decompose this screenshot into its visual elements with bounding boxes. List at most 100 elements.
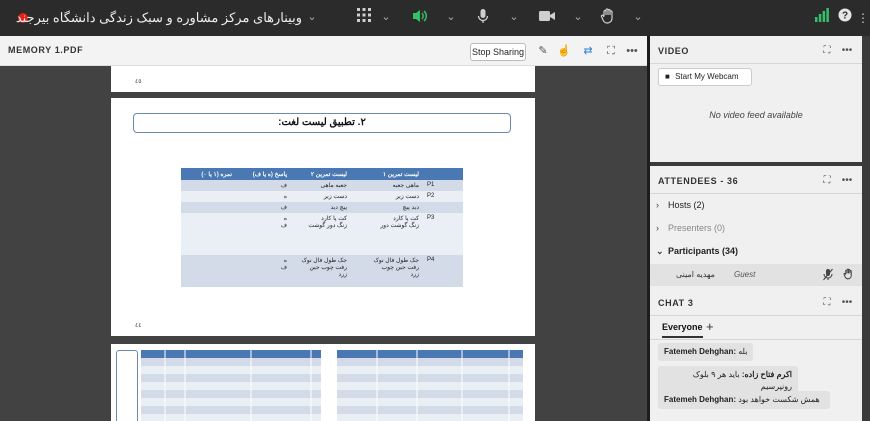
more-icon[interactable]: ••• <box>840 174 854 188</box>
attendees-panel: › Hosts (2) › Presenters (0) ⌄ Participants… <box>650 194 862 292</box>
chevron-right-icon: › <box>656 223 659 233</box>
chevron-down-icon[interactable]: ⌄ <box>306 10 318 24</box>
next-page-table-right <box>337 350 523 421</box>
chat-text: همش شکست خواهد بود <box>738 395 820 404</box>
raise-hand-icon[interactable] <box>598 8 618 28</box>
row-label: P3 <box>423 213 463 255</box>
attendees-title-text: ATTENDEES <box>658 176 718 186</box>
table-header-list2: لیست تمرین ۲ <box>291 168 351 180</box>
raise-hand-chevron-icon[interactable]: ⌄ <box>632 10 644 24</box>
table-header-score: نمره (۱ یا ۰) <box>181 168 236 180</box>
start-webcam-label: Start My Webcam <box>675 72 739 81</box>
participant-role: Guest <box>734 270 756 279</box>
camera-icon[interactable] <box>537 8 557 28</box>
row-score <box>181 191 236 202</box>
chat-panel: Everyone + Fatemeh Dehghan: بله اکرم فتا… <box>650 316 862 421</box>
fullscreen-icon[interactable]: ⛶ <box>820 296 834 310</box>
chat-tabs: Everyone + <box>650 316 862 340</box>
more-icon[interactable]: ••• <box>840 44 854 58</box>
row-list2: جک طول فال نوک رفت چوب جین زرد <box>291 255 351 287</box>
speaker-icon[interactable] <box>410 8 430 28</box>
table-row: P1 ماهی جعبه جعبه ماهی ف <box>181 180 463 191</box>
right-sidebar: VIDEO ⛶ ••• ■ Start My Webcam No video f… <box>650 36 870 421</box>
chat-panel-title: CHAT 3 <box>658 298 693 308</box>
previous-page-number: ٤٥ <box>135 79 142 85</box>
row-label: P1 <box>423 180 463 191</box>
next-page-heading-box <box>116 350 138 421</box>
table-row: P4 جک طول فال نوک رفت جین چوب زرد جک طول… <box>181 255 463 287</box>
presenters-group[interactable]: › Presenters (0) <box>656 219 856 237</box>
row-score <box>181 213 236 255</box>
participant-name: مهدیه امینی <box>676 270 715 279</box>
hosts-group[interactable]: › Hosts (2) <box>656 196 856 214</box>
presenters-label: Presenters (0) <box>668 223 726 233</box>
participant-row[interactable]: مهدیه امینی Guest <box>650 264 862 286</box>
chat-text: بله <box>738 347 748 356</box>
table-header-label <box>423 168 463 180</box>
more-icon[interactable]: ⋮ <box>853 8 870 28</box>
row-list1: کت پا کارد زنگ گوشت دور <box>351 213 423 255</box>
stop-sharing-button[interactable]: Stop Sharing <box>470 43 526 61</box>
previous-page: ٤٥ <box>111 66 535 92</box>
sync-icon[interactable]: ⇄ <box>580 43 596 59</box>
section-heading: ۲. تطبیق لیست لغت: <box>133 113 511 133</box>
row-answer: ه ف <box>236 213 291 255</box>
tab-everyone[interactable]: Everyone <box>662 322 703 338</box>
more-icon[interactable]: ••• <box>624 43 640 59</box>
document-viewer[interactable]: ٤٥ ۲. تطبیق لیست لغت: لیست تمرین ۱ لیست … <box>0 66 647 421</box>
share-pod-title: MEMORY 1.PDF <box>8 45 84 55</box>
start-webcam-button[interactable]: ■ Start My Webcam <box>658 68 752 86</box>
more-icon[interactable]: ••• <box>840 296 854 310</box>
fullscreen-icon[interactable]: ⛶ <box>603 43 619 59</box>
video-panel: ■ Start My Webcam No video feed availabl… <box>650 64 862 162</box>
no-video-text: No video feed available <box>709 110 803 120</box>
meeting-title: وبینارهای مرکز مشاوره و سبک زندگی دانشگا… <box>15 10 302 25</box>
row-score <box>181 180 236 191</box>
row-list2: دست زیر <box>291 191 351 202</box>
row-answer: ه ف <box>236 255 291 287</box>
raise-hand-icon[interactable] <box>842 268 854 282</box>
speaker-chevron-icon[interactable]: ⌄ <box>445 10 457 24</box>
next-page <box>111 344 535 421</box>
attendees-count: - 36 <box>720 176 739 186</box>
row-label: P2 <box>423 191 463 202</box>
participants-label: Participants (34) <box>668 246 739 256</box>
row-list2: جعبه ماهی <box>291 180 351 191</box>
apps-chevron-icon[interactable]: ⌄ <box>380 10 392 24</box>
table-row: P2 دست زیر دست زیر ه <box>181 191 463 202</box>
chat-message: Fatemeh Dehghan: بله <box>658 343 754 361</box>
camera-chevron-icon[interactable]: ⌄ <box>572 10 584 24</box>
row-list1: جک طول فال نوک رفت جین چوب زرد <box>351 255 423 287</box>
share-pod: MEMORY 1.PDF Stop Sharing ✎ ☝ ⇄ ⛶ ••• ٤٥… <box>0 36 647 421</box>
table-header-answer: پاسخ (ه یا ف) <box>236 168 291 180</box>
row-list2: پیچ دید <box>291 202 351 213</box>
muted-microphone-icon[interactable] <box>822 268 834 282</box>
help-icon[interactable]: ? <box>835 8 855 28</box>
participants-group[interactable]: ⌄ Participants (34) <box>656 242 856 260</box>
draw-icon[interactable]: ✎ <box>535 43 551 59</box>
page-number: ٤٤ <box>135 323 142 329</box>
table-row: P3 کت پا کارد زنگ گوشت دور کت پا کارد زن… <box>181 213 463 255</box>
chat-title-text: CHAT <box>658 298 685 308</box>
pointer-icon[interactable]: ☝ <box>556 43 572 59</box>
row-list1: دست زیر <box>351 191 423 202</box>
fullscreen-icon[interactable]: ⛶ <box>820 44 834 58</box>
hosts-label: Hosts (2) <box>668 200 705 210</box>
table-header-list1: لیست تمرین ۱ <box>351 168 423 180</box>
chat-message: Fatemeh Dehghan: همش شکست خواهد بود <box>658 391 830 409</box>
fullscreen-icon[interactable]: ⛶ <box>820 174 834 188</box>
row-list2: کت پا کارد زنگ دور گوشت <box>291 213 351 255</box>
add-chat-tab-button[interactable]: + <box>706 319 714 334</box>
row-score <box>181 202 236 213</box>
apps-grid-icon[interactable] <box>354 8 374 28</box>
chat-count: 3 <box>687 298 694 308</box>
chevron-right-icon: › <box>656 200 659 210</box>
video-panel-header: VIDEO ⛶ ••• <box>650 36 862 64</box>
chat-sender: Fatemeh Dehghan: <box>664 395 737 404</box>
microphone-icon[interactable] <box>473 8 493 28</box>
document-page: ۲. تطبیق لیست لغت: لیست تمرین ۱ لیست تمر… <box>111 98 535 336</box>
microphone-chevron-icon[interactable]: ⌄ <box>508 10 520 24</box>
share-pod-header: MEMORY 1.PDF Stop Sharing ✎ ☝ ⇄ ⛶ ••• <box>0 36 647 66</box>
chat-panel-header: CHAT 3 ⛶ ••• <box>650 288 862 316</box>
row-answer: ف <box>236 180 291 191</box>
